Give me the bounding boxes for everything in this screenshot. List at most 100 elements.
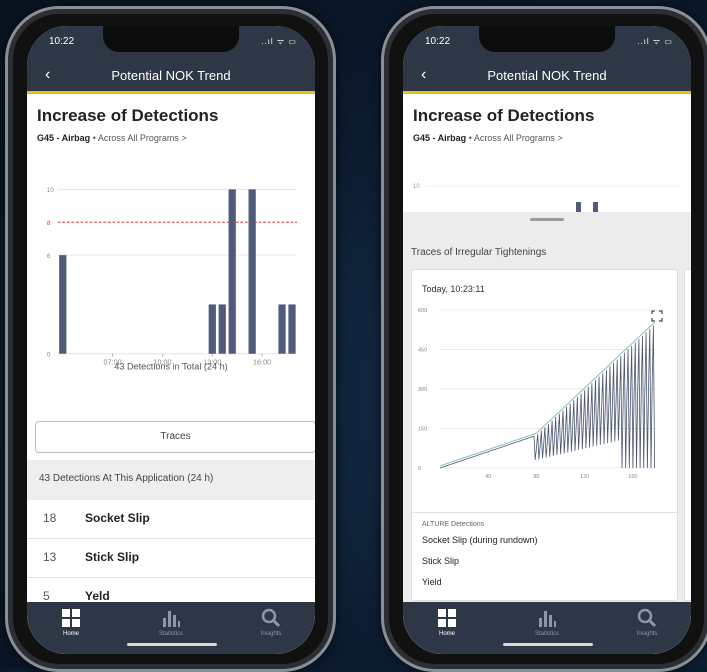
phone-right: 10:22 ..ıl ᯤ ▭ ‹ Potential NOK Trend Inc… bbox=[381, 6, 707, 672]
detection-label: Yeld bbox=[85, 589, 110, 603]
tab-label: Statistics bbox=[534, 631, 559, 637]
y-tick-label: 6 bbox=[47, 253, 51, 260]
tab-insights[interactable]: Insights bbox=[617, 606, 677, 637]
bar bbox=[288, 304, 296, 354]
nav-title: Potential NOK Trend bbox=[487, 68, 607, 83]
tab-statistics[interactable]: Statistics bbox=[517, 606, 577, 637]
separator: • bbox=[468, 133, 472, 143]
y-tick-label: 8 bbox=[47, 220, 51, 227]
nav-bar: ‹ Potential NOK Trend bbox=[27, 62, 315, 94]
detection-text: Socket Slip (during rundown) bbox=[422, 535, 538, 545]
sheet-title: Traces of Irregular Tightenings bbox=[411, 247, 547, 258]
grid-icon bbox=[438, 609, 456, 627]
y-tick-label: 0 bbox=[418, 466, 421, 472]
search-icon bbox=[637, 608, 657, 628]
status-icons: ..ıl ᯤ ▭ bbox=[261, 37, 297, 46]
divider bbox=[412, 512, 677, 513]
tab-bar: Home Statistics Insights bbox=[403, 602, 691, 654]
mini-bar bbox=[576, 202, 581, 212]
bar bbox=[278, 304, 286, 354]
x-tick-label: 120 bbox=[580, 474, 589, 480]
tab-home[interactable]: Home bbox=[417, 606, 477, 637]
main-content: Increase of Detections G45 - Airbag • Ac… bbox=[27, 94, 315, 654]
trace-chart: 0 150 300 450 600 40 80 120 160 bbox=[418, 308, 657, 480]
notch bbox=[103, 26, 239, 52]
part-name: G45 - Airbag bbox=[413, 133, 467, 143]
page-title: Increase of Detections bbox=[413, 106, 595, 125]
breadcrumb: G45 - Airbag • Across All Programs > bbox=[37, 133, 187, 143]
tab-label: Statistics bbox=[158, 631, 183, 637]
bar bbox=[218, 304, 226, 354]
detections-heading: ALTURE Detections bbox=[422, 521, 485, 528]
phone-left: 10:22 ..ıl ᯤ ▭ ‹ Potential NOK Trend Inc… bbox=[5, 6, 336, 672]
list-item[interactable]: 13 Stick Slip bbox=[27, 539, 315, 578]
mini-chart-tick: 10 bbox=[413, 184, 420, 190]
search-icon bbox=[261, 608, 281, 628]
nav-title: Potential NOK Trend bbox=[111, 68, 231, 83]
x-tick-label: 16:00 bbox=[253, 358, 271, 367]
y-tick-label: 0 bbox=[47, 351, 51, 358]
scope-link[interactable]: Across All Programs bbox=[474, 133, 555, 143]
next-card-peek[interactable] bbox=[684, 269, 691, 601]
section-title: 43 Detections At This Application (24 h) bbox=[39, 473, 214, 484]
status-icons: ..ıl ᯤ ▭ bbox=[637, 37, 673, 46]
detection-count: 5 bbox=[43, 589, 50, 603]
home-indicator bbox=[127, 643, 217, 646]
screen-right: 10:22 ..ıl ᯤ ▭ ‹ Potential NOK Trend Inc… bbox=[403, 26, 691, 654]
bar bbox=[59, 255, 67, 354]
tab-label: Insights bbox=[260, 631, 282, 637]
bar bbox=[248, 189, 256, 354]
bar bbox=[208, 304, 216, 354]
y-tick-label: 10 bbox=[47, 187, 55, 194]
list-item[interactable]: 18 Socket Slip bbox=[27, 500, 315, 539]
trace-timestamp: Today, 10:23:11 bbox=[422, 284, 485, 294]
home-indicator bbox=[503, 643, 593, 646]
status-time: 10:22 bbox=[425, 36, 451, 47]
detection-count: 18 bbox=[43, 511, 57, 525]
notch bbox=[479, 26, 615, 52]
x-tick-label: 160 bbox=[628, 474, 637, 480]
trace-line bbox=[439, 325, 655, 469]
screen-left: 10:22 ..ıl ᯤ ▭ ‹ Potential NOK Trend Inc… bbox=[27, 26, 315, 654]
breadcrumb: G45 - Airbag • Across All Programs > bbox=[413, 133, 563, 143]
grid-icon bbox=[62, 609, 80, 627]
nav-bar: ‹ Potential NOK Trend bbox=[403, 62, 691, 94]
detections-chart: 0681007:00 10:00 13:00 16:00 43 Detections … bbox=[47, 187, 297, 371]
summary-header: Increase of Detections G45 - Airbag • Ac… bbox=[403, 94, 691, 212]
main-content: Increase of Detections G45 - Airbag • Ac… bbox=[403, 94, 691, 654]
sheet-grabber[interactable] bbox=[530, 218, 564, 221]
status-time: 10:22 bbox=[49, 36, 75, 47]
chevron-right-icon[interactable]: > bbox=[181, 133, 186, 143]
tab-home[interactable]: Home bbox=[41, 606, 101, 637]
traces-sheet: Traces of Irregular Tightenings Today, 1… bbox=[403, 212, 691, 654]
tab-label: Home bbox=[438, 631, 455, 637]
y-tick-label: 150 bbox=[418, 427, 427, 433]
traces-button[interactable]: Traces bbox=[35, 421, 315, 453]
tab-statistics[interactable]: Statistics bbox=[141, 606, 201, 637]
tab-insights[interactable]: Insights bbox=[241, 606, 301, 637]
trace-card[interactable]: Today, 10:23:11 0 150 300 450 600 40 80 120 160 … bbox=[411, 269, 678, 601]
detection-text: Yield bbox=[422, 577, 442, 587]
y-tick-label: 300 bbox=[418, 387, 427, 393]
part-name: G45 - Airbag bbox=[37, 133, 91, 143]
x-tick-label: 80 bbox=[533, 474, 539, 480]
bar bbox=[228, 189, 236, 354]
chart-footer: 43 Detections in Total (24 h) bbox=[114, 361, 227, 371]
detection-list: 18 Socket Slip 13 Stick Slip 5 Yeld bbox=[27, 500, 315, 617]
tab-label: Home bbox=[62, 631, 79, 637]
detection-count: 13 bbox=[43, 550, 57, 564]
separator: • bbox=[92, 133, 96, 143]
mini-chart: 10 bbox=[413, 184, 681, 212]
y-tick-label: 600 bbox=[418, 308, 427, 314]
detection-label: Stick Slip bbox=[85, 550, 140, 564]
detection-text: Stick Slip bbox=[422, 556, 460, 566]
tab-bar: Home Statistics Insights bbox=[27, 602, 315, 654]
detection-label: Socket Slip bbox=[85, 511, 150, 525]
chevron-right-icon[interactable]: > bbox=[557, 133, 562, 143]
section-header: 43 Detections At This Application (24 h) bbox=[27, 460, 315, 500]
mini-bar bbox=[593, 202, 598, 212]
scope-link[interactable]: Across All Programs bbox=[98, 133, 179, 143]
y-tick-label: 450 bbox=[418, 348, 427, 354]
x-tick-label: 40 bbox=[485, 474, 491, 480]
bar-chart-icon bbox=[163, 611, 180, 627]
